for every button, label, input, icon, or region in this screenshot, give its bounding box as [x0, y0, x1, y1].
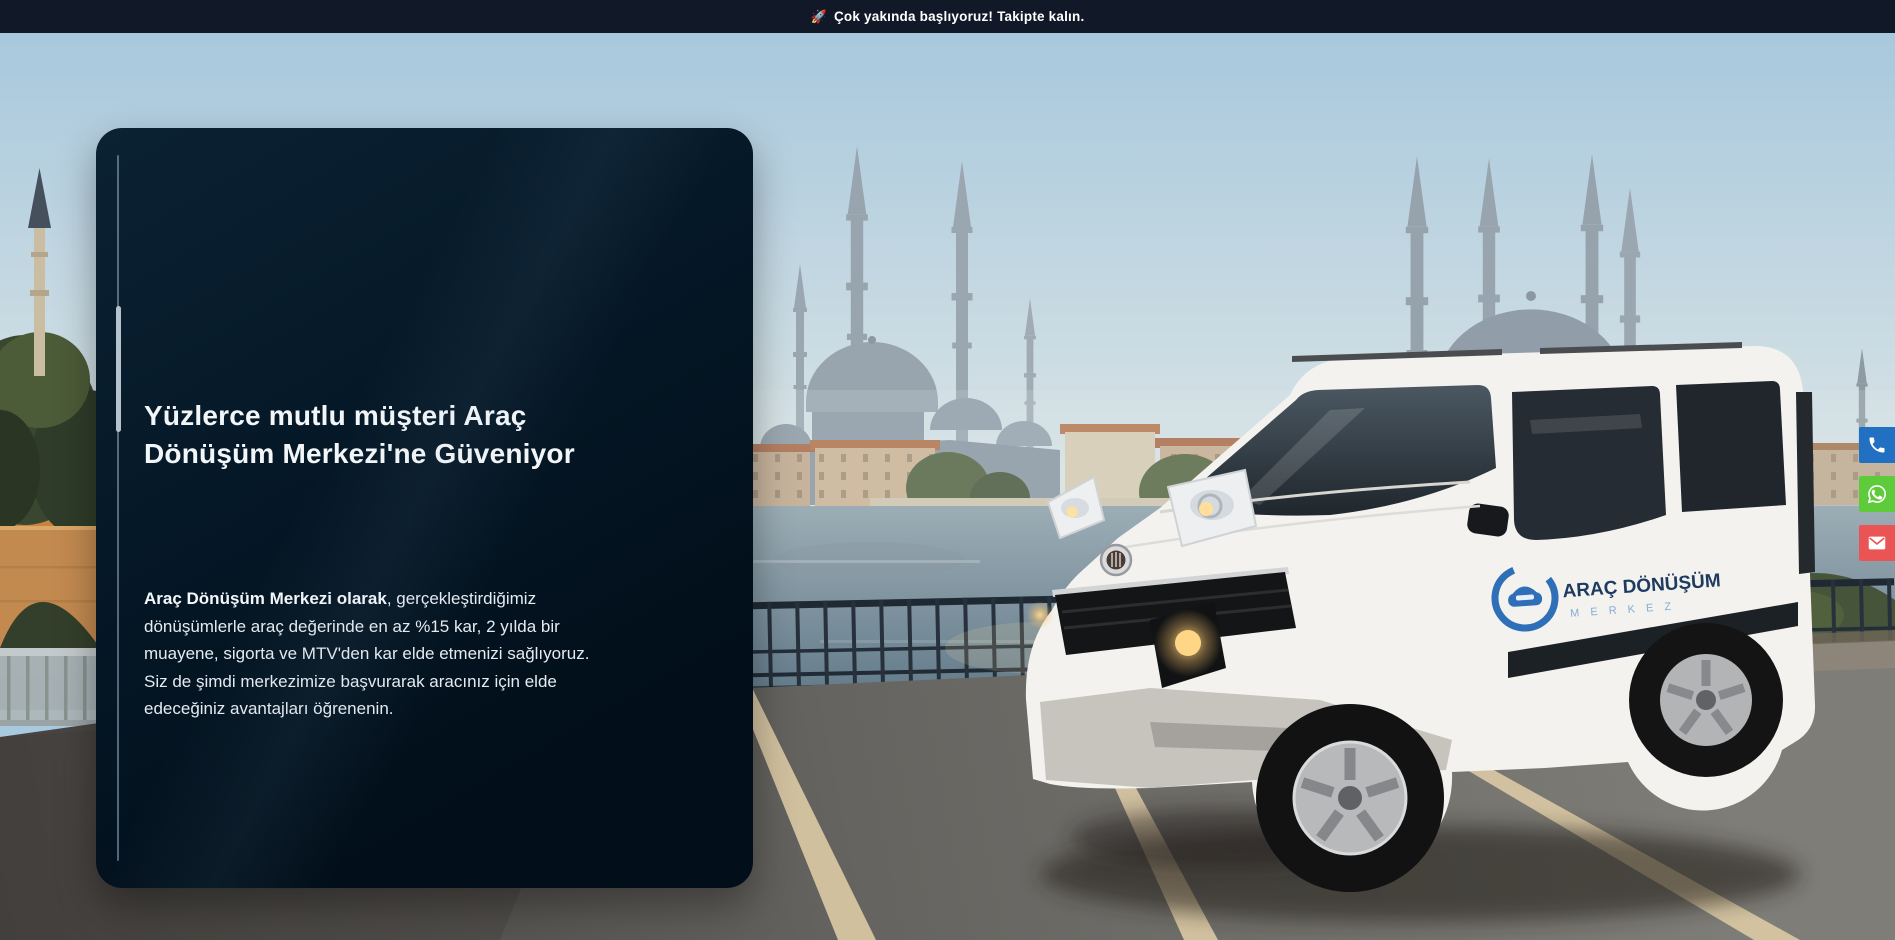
contact-buttons	[1859, 427, 1895, 561]
announcement-bar: 🚀 Çok yakında başlıyoruz! Takipte kalın.	[0, 0, 1895, 33]
phone-button[interactable]	[1859, 427, 1895, 463]
info-card: Yüzlerce mutlu müşteri Araç Dönüşüm Merk…	[96, 128, 753, 888]
scroll-indicator-track	[117, 155, 119, 861]
scroll-indicator-thumb[interactable]	[116, 306, 121, 432]
email-button[interactable]	[1859, 525, 1895, 561]
whatsapp-button[interactable]	[1859, 476, 1895, 512]
announcement-text: Çok yakında başlıyoruz! Takipte kalın.	[834, 9, 1084, 24]
card-paragraph-rest: , gerçekleştirdiğimiz dönüşümlerle araç …	[144, 589, 589, 718]
rocket-icon: 🚀	[811, 9, 827, 25]
email-icon	[1866, 532, 1888, 554]
van-side-window-front	[1512, 386, 1666, 540]
front-wheel	[1256, 704, 1444, 892]
phone-icon	[1867, 435, 1887, 455]
card-heading: Yüzlerce mutlu müşteri Araç Dönüşüm Merk…	[144, 397, 636, 473]
card-paragraph: Araç Dönüşüm Merkezi olarak, gerçekleşti…	[144, 585, 590, 723]
rear-wheel	[1629, 623, 1783, 777]
hero-section: ARAÇ DÖNÜŞÜM M E R K E Z Yüzlerce mutlu …	[0, 33, 1895, 940]
whatsapp-icon	[1866, 483, 1888, 505]
card-paragraph-bold: Araç Dönüşüm Merkezi olarak	[144, 589, 387, 608]
